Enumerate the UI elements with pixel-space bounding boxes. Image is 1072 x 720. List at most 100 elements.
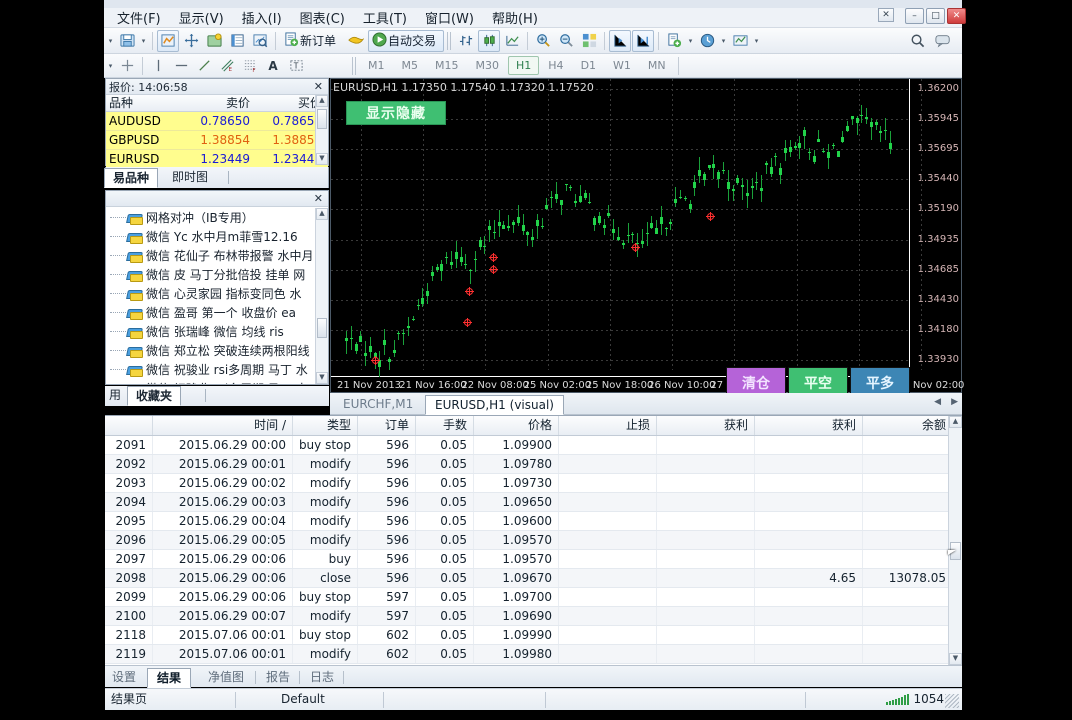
navigator-item[interactable]: 微信 皮 马丁分批倍投 挂单 网: [106, 265, 314, 284]
timeframe-mn[interactable]: MN: [640, 56, 674, 75]
tab-settings[interactable]: 设置: [103, 668, 145, 688]
scroll-up-icon[interactable]: ▲: [949, 416, 962, 428]
chevron-down-icon-6[interactable]: ▾: [106, 62, 115, 70]
save-icon[interactable]: [116, 30, 138, 52]
chart-tab-scroll[interactable]: ◀ ▶: [934, 397, 958, 407]
new-order-button[interactable]: 新订单: [280, 30, 344, 52]
results-scrollbar[interactable]: ▲ ▼: [948, 416, 962, 665]
navigator-item[interactable]: 微信 花仙子 布林带报警 水中月: [106, 246, 314, 265]
timeframe-m15[interactable]: M15: [427, 56, 467, 75]
market-watch-scrollbar[interactable]: ▲ ▼: [315, 95, 328, 165]
zoom-in-icon[interactable]: [532, 30, 554, 52]
chart-window[interactable]: 1.362001.359451.356951.354401.351901.349…: [330, 78, 962, 393]
scroll-thumb[interactable]: [317, 318, 327, 338]
minimize-button[interactable]: –: [905, 8, 924, 24]
text-label-icon[interactable]: A: [262, 55, 284, 77]
results-row[interactable]: 21192015.07.06 00:01modify6020.051.09980: [105, 645, 962, 664]
chat-icon[interactable]: [932, 30, 954, 52]
horizontal-line-icon[interactable]: [170, 55, 192, 77]
results-row[interactable]: 20972015.06.29 00:06buy5960.051.09570: [105, 550, 962, 569]
close-icon-navigator[interactable]: ✕: [314, 192, 325, 205]
strategy-tester-icon[interactable]: [249, 30, 271, 52]
results-row[interactable]: 20942015.06.29 00:03modify5960.051.09650: [105, 493, 962, 512]
timeframe-d1[interactable]: D1: [573, 56, 604, 75]
timeframe-m30[interactable]: M30: [468, 56, 508, 75]
market-watch-icon[interactable]: [157, 30, 179, 52]
chart-tab-eurusd[interactable]: EURUSD,H1 (visual): [425, 395, 564, 415]
menu-item-help[interactable]: 帮助(H): [483, 7, 547, 28]
scroll-down-icon[interactable]: ▼: [316, 372, 328, 384]
chart-tab-eurchf[interactable]: EURCHF,M1: [334, 395, 422, 415]
navigator-item[interactable]: 微信 郑立松 突破连续两根阳线: [106, 341, 314, 360]
cursor-crosshair-icon[interactable]: [116, 55, 138, 77]
chevron-right-icon[interactable]: ▶: [951, 397, 958, 407]
results-column-header[interactable]: 时间 /: [153, 416, 293, 435]
vertical-line-icon[interactable]: [147, 55, 169, 77]
navigator-item[interactable]: 微信 张瑞峰 微信 均线 ris: [106, 322, 314, 341]
equidistant-channel-icon[interactable]: E: [216, 55, 238, 77]
crosshair-icon[interactable]: [180, 30, 202, 52]
fibonacci-icon[interactable]: F: [239, 55, 261, 77]
autotrading-button[interactable]: 自动交易: [368, 30, 444, 52]
scroll-up-icon[interactable]: ▲: [316, 208, 328, 220]
line-chart-icon[interactable]: [501, 30, 523, 52]
results-row[interactable]: 20922015.06.29 00:01modify5960.051.09780: [105, 455, 962, 474]
chevron-down-icon-3[interactable]: ▾: [686, 37, 695, 45]
results-column-header[interactable]: 价格: [474, 416, 559, 435]
close-button[interactable]: ✕: [947, 8, 966, 24]
scroll-thumb[interactable]: [317, 109, 327, 129]
tile-windows-icon[interactable]: [578, 30, 600, 52]
menu-item-insert[interactable]: 插入(I): [233, 7, 291, 28]
chevron-left-icon[interactable]: ◀: [934, 397, 941, 407]
results-row[interactable]: 20952015.06.29 00:04modify5960.051.09600: [105, 512, 962, 531]
menu-item-view[interactable]: 显示(V): [170, 7, 233, 28]
results-column-header[interactable]: 手数: [416, 416, 474, 435]
navigator-item[interactable]: 微信 心灵家园 指标变同色 水: [106, 284, 314, 303]
toolbar-grip-1[interactable]: [447, 32, 452, 50]
timeframe-w1[interactable]: W1: [605, 56, 639, 75]
bar-chart-icon[interactable]: [455, 30, 477, 52]
scroll-up-icon[interactable]: ▲: [316, 95, 328, 107]
results-column-header[interactable]: 获利: [657, 416, 755, 435]
show-hide-button[interactable]: 显示隐藏: [346, 101, 446, 125]
text-object-icon[interactable]: T: [285, 55, 307, 77]
trend-line-icon[interactable]: [193, 55, 215, 77]
navigator-icon[interactable]: [203, 30, 225, 52]
navigator-scrollbar[interactable]: ▲ ▼: [315, 208, 328, 384]
timeframe-m5[interactable]: M5: [394, 56, 427, 75]
market-watch-row[interactable]: GBPUSD 1.38854 1.38858: [106, 131, 328, 150]
chevron-down-icon-4[interactable]: ▾: [719, 37, 728, 45]
auto-scroll-icon[interactable]: [632, 30, 654, 52]
candlestick-icon[interactable]: [478, 30, 500, 52]
chart-shift-icon[interactable]: [609, 30, 631, 52]
zoom-out-icon[interactable]: [555, 30, 577, 52]
tab-results[interactable]: 结果: [147, 668, 191, 688]
results-row[interactable]: 20992015.06.29 00:06buy stop5970.051.097…: [105, 588, 962, 607]
tab-tick-chart[interactable]: 即时图: [164, 168, 216, 188]
results-column-header[interactable]: 类型: [293, 416, 358, 435]
terminal-icon[interactable]: [226, 30, 248, 52]
timeframe-h4[interactable]: H4: [540, 56, 571, 75]
results-column-header[interactable]: 获利: [755, 416, 863, 435]
chevron-down-icon-1[interactable]: ▾: [106, 37, 115, 45]
navigator-item[interactable]: 微信 盈哥 第一个 收盘价 ea: [106, 303, 314, 322]
connection-status[interactable]: 1054: [886, 692, 944, 706]
mdi-close-button[interactable]: ✕: [878, 8, 894, 22]
tab-symbols[interactable]: 易品种: [104, 168, 158, 188]
timeframe-h1[interactable]: H1: [508, 56, 539, 75]
results-column-header[interactable]: 止损: [559, 416, 657, 435]
menu-item-file[interactable]: 文件(F): [108, 7, 170, 28]
maximize-button[interactable]: □: [926, 8, 945, 24]
tab-common[interactable]: 用: [101, 386, 129, 406]
market-watch-row[interactable]: AUDUSD 0.78650 0.78653: [106, 112, 328, 131]
timeframe-m1[interactable]: M1: [360, 56, 393, 75]
results-row[interactable]: 21002015.06.29 00:07modify5970.051.09690: [105, 607, 962, 626]
results-row[interactable]: 20982015.06.29 00:06close5960.051.096704…: [105, 569, 962, 588]
tab-favorites[interactable]: 收藏夹: [127, 386, 181, 406]
menu-item-tools[interactable]: 工具(T): [354, 7, 416, 28]
chart-canvas[interactable]: 1.362001.359451.356951.354401.351901.349…: [331, 79, 961, 392]
period-icon[interactable]: [696, 30, 718, 52]
resize-grip[interactable]: [945, 694, 959, 708]
tab-equity-graph[interactable]: 净值图: [199, 668, 253, 688]
tab-journal[interactable]: 日志: [301, 668, 343, 688]
